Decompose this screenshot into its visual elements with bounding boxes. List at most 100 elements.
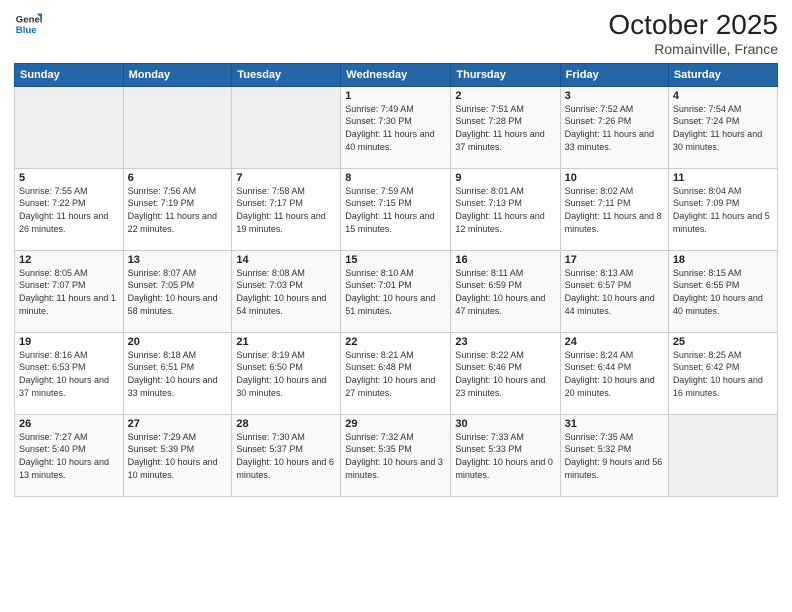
calendar-cell: 3Sunrise: 7:52 AM Sunset: 7:26 PM Daylig… <box>560 86 668 168</box>
day-info: Sunrise: 8:07 AM Sunset: 7:05 PM Dayligh… <box>128 267 228 317</box>
day-number: 28 <box>236 418 336 430</box>
calendar-cell: 13Sunrise: 8:07 AM Sunset: 7:05 PM Dayli… <box>123 250 232 332</box>
day-number: 15 <box>345 254 446 266</box>
calendar-cell: 2Sunrise: 7:51 AM Sunset: 7:28 PM Daylig… <box>451 86 560 168</box>
day-info: Sunrise: 7:56 AM Sunset: 7:19 PM Dayligh… <box>128 185 228 235</box>
day-info: Sunrise: 8:16 AM Sunset: 6:53 PM Dayligh… <box>19 349 119 399</box>
svg-text:General: General <box>16 14 42 25</box>
day-info: Sunrise: 8:01 AM Sunset: 7:13 PM Dayligh… <box>455 185 555 235</box>
calendar-cell: 27Sunrise: 7:29 AM Sunset: 5:39 PM Dayli… <box>123 414 232 496</box>
month-title: October 2025 <box>608 10 778 41</box>
calendar-cell: 31Sunrise: 7:35 AM Sunset: 5:32 PM Dayli… <box>560 414 668 496</box>
header-wednesday: Wednesday <box>341 63 451 86</box>
day-number: 4 <box>673 90 773 102</box>
calendar-cell <box>15 86 124 168</box>
day-info: Sunrise: 8:15 AM Sunset: 6:55 PM Dayligh… <box>673 267 773 317</box>
day-number: 8 <box>345 172 446 184</box>
day-info: Sunrise: 8:10 AM Sunset: 7:01 PM Dayligh… <box>345 267 446 317</box>
calendar-cell: 23Sunrise: 8:22 AM Sunset: 6:46 PM Dayli… <box>451 332 560 414</box>
day-number: 18 <box>673 254 773 266</box>
calendar-header-row: Sunday Monday Tuesday Wednesday Thursday… <box>15 63 778 86</box>
header-monday: Monday <box>123 63 232 86</box>
day-number: 26 <box>19 418 119 430</box>
day-info: Sunrise: 8:05 AM Sunset: 7:07 PM Dayligh… <box>19 267 119 317</box>
calendar-cell: 1Sunrise: 7:49 AM Sunset: 7:30 PM Daylig… <box>341 86 451 168</box>
calendar-cell: 15Sunrise: 8:10 AM Sunset: 7:01 PM Dayli… <box>341 250 451 332</box>
day-info: Sunrise: 7:32 AM Sunset: 5:35 PM Dayligh… <box>345 431 446 481</box>
location: Romainville, France <box>608 41 778 57</box>
day-info: Sunrise: 7:30 AM Sunset: 5:37 PM Dayligh… <box>236 431 336 481</box>
calendar-cell: 19Sunrise: 8:16 AM Sunset: 6:53 PM Dayli… <box>15 332 124 414</box>
day-info: Sunrise: 7:54 AM Sunset: 7:24 PM Dayligh… <box>673 103 773 153</box>
title-block: October 2025 Romainville, France <box>608 10 778 57</box>
day-number: 20 <box>128 336 228 348</box>
calendar-week-row: 12Sunrise: 8:05 AM Sunset: 7:07 PM Dayli… <box>15 250 778 332</box>
day-number: 23 <box>455 336 555 348</box>
calendar-cell: 21Sunrise: 8:19 AM Sunset: 6:50 PM Dayli… <box>232 332 341 414</box>
day-number: 11 <box>673 172 773 184</box>
calendar-cell <box>668 414 777 496</box>
day-number: 19 <box>19 336 119 348</box>
calendar-cell: 28Sunrise: 7:30 AM Sunset: 5:37 PM Dayli… <box>232 414 341 496</box>
day-number: 29 <box>345 418 446 430</box>
logo-icon: General Blue <box>14 10 42 38</box>
day-info: Sunrise: 8:19 AM Sunset: 6:50 PM Dayligh… <box>236 349 336 399</box>
day-info: Sunrise: 8:25 AM Sunset: 6:42 PM Dayligh… <box>673 349 773 399</box>
calendar-table: Sunday Monday Tuesday Wednesday Thursday… <box>14 63 778 497</box>
day-number: 13 <box>128 254 228 266</box>
header-sunday: Sunday <box>15 63 124 86</box>
day-number: 16 <box>455 254 555 266</box>
calendar-week-row: 5Sunrise: 7:55 AM Sunset: 7:22 PM Daylig… <box>15 168 778 250</box>
day-number: 31 <box>565 418 664 430</box>
header-saturday: Saturday <box>668 63 777 86</box>
calendar-week-row: 19Sunrise: 8:16 AM Sunset: 6:53 PM Dayli… <box>15 332 778 414</box>
day-info: Sunrise: 8:22 AM Sunset: 6:46 PM Dayligh… <box>455 349 555 399</box>
calendar-cell: 14Sunrise: 8:08 AM Sunset: 7:03 PM Dayli… <box>232 250 341 332</box>
day-number: 9 <box>455 172 555 184</box>
calendar-cell: 8Sunrise: 7:59 AM Sunset: 7:15 PM Daylig… <box>341 168 451 250</box>
day-number: 5 <box>19 172 119 184</box>
header-thursday: Thursday <box>451 63 560 86</box>
day-number: 14 <box>236 254 336 266</box>
day-info: Sunrise: 7:59 AM Sunset: 7:15 PM Dayligh… <box>345 185 446 235</box>
calendar-cell: 25Sunrise: 8:25 AM Sunset: 6:42 PM Dayli… <box>668 332 777 414</box>
day-number: 27 <box>128 418 228 430</box>
calendar-cell: 11Sunrise: 8:04 AM Sunset: 7:09 PM Dayli… <box>668 168 777 250</box>
calendar-cell: 22Sunrise: 8:21 AM Sunset: 6:48 PM Dayli… <box>341 332 451 414</box>
day-number: 12 <box>19 254 119 266</box>
day-info: Sunrise: 7:35 AM Sunset: 5:32 PM Dayligh… <box>565 431 664 481</box>
calendar-cell: 26Sunrise: 7:27 AM Sunset: 5:40 PM Dayli… <box>15 414 124 496</box>
day-number: 22 <box>345 336 446 348</box>
header-tuesday: Tuesday <box>232 63 341 86</box>
day-info: Sunrise: 8:13 AM Sunset: 6:57 PM Dayligh… <box>565 267 664 317</box>
calendar-cell: 18Sunrise: 8:15 AM Sunset: 6:55 PM Dayli… <box>668 250 777 332</box>
day-number: 7 <box>236 172 336 184</box>
calendar-cell: 16Sunrise: 8:11 AM Sunset: 6:59 PM Dayli… <box>451 250 560 332</box>
svg-text:Blue: Blue <box>16 25 37 36</box>
day-info: Sunrise: 8:24 AM Sunset: 6:44 PM Dayligh… <box>565 349 664 399</box>
day-info: Sunrise: 8:11 AM Sunset: 6:59 PM Dayligh… <box>455 267 555 317</box>
calendar-cell: 30Sunrise: 7:33 AM Sunset: 5:33 PM Dayli… <box>451 414 560 496</box>
calendar-cell: 10Sunrise: 8:02 AM Sunset: 7:11 PM Dayli… <box>560 168 668 250</box>
day-info: Sunrise: 7:27 AM Sunset: 5:40 PM Dayligh… <box>19 431 119 481</box>
day-info: Sunrise: 8:02 AM Sunset: 7:11 PM Dayligh… <box>565 185 664 235</box>
day-info: Sunrise: 7:58 AM Sunset: 7:17 PM Dayligh… <box>236 185 336 235</box>
day-info: Sunrise: 8:04 AM Sunset: 7:09 PM Dayligh… <box>673 185 773 235</box>
calendar-cell <box>232 86 341 168</box>
calendar-cell: 6Sunrise: 7:56 AM Sunset: 7:19 PM Daylig… <box>123 168 232 250</box>
day-number: 2 <box>455 90 555 102</box>
day-info: Sunrise: 7:33 AM Sunset: 5:33 PM Dayligh… <box>455 431 555 481</box>
calendar-cell <box>123 86 232 168</box>
day-number: 17 <box>565 254 664 266</box>
day-info: Sunrise: 8:18 AM Sunset: 6:51 PM Dayligh… <box>128 349 228 399</box>
day-info: Sunrise: 7:52 AM Sunset: 7:26 PM Dayligh… <box>565 103 664 153</box>
day-number: 1 <box>345 90 446 102</box>
header: General Blue October 2025 Romainville, F… <box>14 10 778 57</box>
header-friday: Friday <box>560 63 668 86</box>
calendar-week-row: 1Sunrise: 7:49 AM Sunset: 7:30 PM Daylig… <box>15 86 778 168</box>
day-info: Sunrise: 7:55 AM Sunset: 7:22 PM Dayligh… <box>19 185 119 235</box>
calendar-cell: 5Sunrise: 7:55 AM Sunset: 7:22 PM Daylig… <box>15 168 124 250</box>
day-number: 3 <box>565 90 664 102</box>
main-container: General Blue October 2025 Romainville, F… <box>0 0 792 612</box>
calendar-cell: 9Sunrise: 8:01 AM Sunset: 7:13 PM Daylig… <box>451 168 560 250</box>
